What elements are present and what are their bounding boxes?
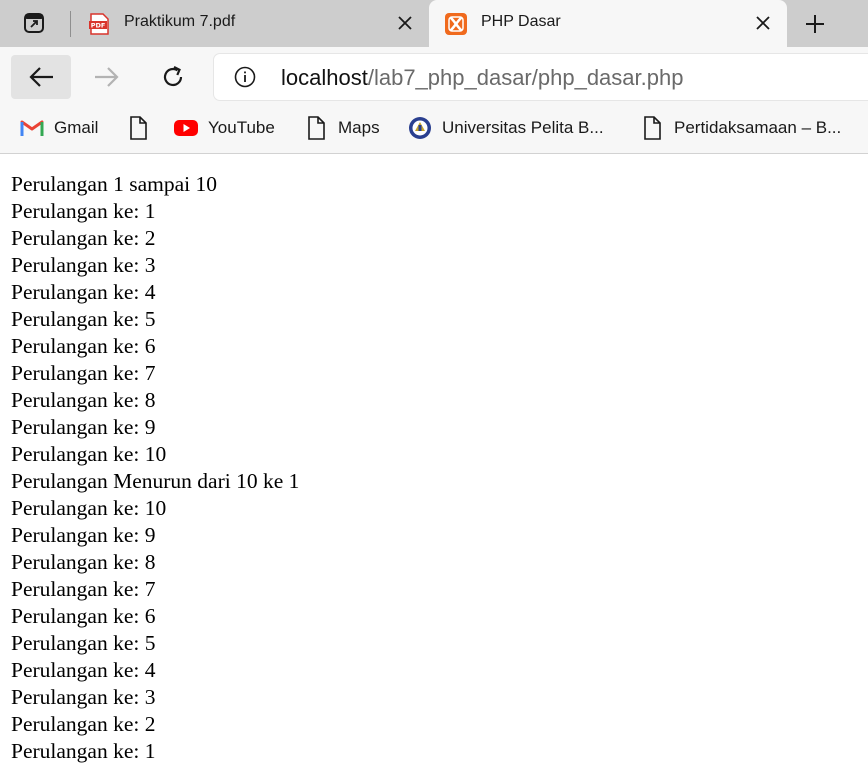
tab-title: Praktikum 7.pdf [124, 13, 236, 30]
output-line: Perulangan ke: 2 [11, 226, 156, 250]
back-button[interactable] [11, 55, 71, 99]
tab-separator [70, 11, 71, 37]
output-line: Perulangan ke: 9 [11, 523, 156, 547]
forward-button[interactable] [77, 55, 137, 99]
output-heading: Perulangan Menurun dari 10 ke 1 [11, 469, 300, 493]
svg-text:PDF: PDF [91, 22, 106, 30]
output-line: Perulangan ke: 8 [11, 388, 156, 412]
output-line: Perulangan ke: 3 [11, 685, 156, 709]
page-content: Perulangan 1 sampai 10 Perulangan ke: 1 … [11, 171, 861, 765]
tab-title: PHP Dasar [481, 13, 561, 30]
tab-praktikum-pdf[interactable]: PDF Praktikum 7.pdf [72, 0, 426, 47]
bookmark-maps[interactable]: Maps [304, 115, 380, 141]
document-icon [304, 116, 328, 140]
url-path: /lab7_php_dasar/php_dasar.php [367, 65, 684, 90]
output-line: Perulangan ke: 7 [11, 577, 156, 601]
bookmark-pertidaksamaan[interactable]: Pertidaksamaan – B... [640, 115, 841, 141]
output-line: Perulangan ke: 7 [11, 361, 156, 385]
bookmark-gmail[interactable]: Gmail [20, 115, 98, 141]
output-line: Perulangan ke: 9 [11, 415, 156, 439]
output-line: Perulangan ke: 6 [11, 334, 156, 358]
output-line: Perulangan ke: 4 [11, 280, 156, 304]
arrow-right-icon [95, 67, 119, 87]
output-line: Perulangan ke: 5 [11, 631, 156, 655]
youtube-icon [174, 116, 198, 140]
url-host: localhost [281, 65, 368, 90]
bookmark-label: Pertidaksamaan – B... [674, 118, 842, 137]
output-heading: Perulangan 1 sampai 10 [11, 172, 217, 196]
bookmark-label: Gmail [54, 118, 99, 137]
gmail-icon [20, 116, 44, 140]
output-line: Perulangan ke: 4 [11, 658, 156, 682]
tab-strip: PDF Praktikum 7.pdf PHP Dasar [0, 0, 868, 47]
address-bar[interactable]: localhost/lab7_php_dasar/php_dasar.php [214, 54, 868, 100]
bookmark-universitas-pelita[interactable]: Universitas Pelita B... [408, 115, 604, 141]
tab-php-dasar[interactable]: PHP Dasar [429, 0, 787, 47]
document-icon [640, 116, 664, 140]
output-line: Perulangan ke: 10 [11, 496, 167, 520]
reload-button[interactable] [143, 55, 203, 99]
output-line: Perulangan ke: 2 [11, 712, 156, 736]
toolbar: localhost/lab7_php_dasar/php_dasar.php [0, 47, 868, 105]
university-logo-icon [408, 116, 432, 140]
output-line: Perulangan ke: 10 [11, 442, 167, 466]
output-line: Perulangan ke: 5 [11, 307, 156, 331]
close-tab-icon[interactable] [393, 11, 417, 35]
new-tab-icon[interactable] [800, 9, 830, 39]
output-line: Perulangan ke: 8 [11, 550, 156, 574]
site-info-icon[interactable] [234, 66, 256, 88]
pdf-icon: PDF [88, 13, 110, 35]
bookmark-label: Universitas Pelita B... [442, 118, 604, 137]
bookmark-youtube[interactable]: YouTube [174, 115, 275, 141]
reload-icon [163, 66, 183, 87]
tab-actions-icon[interactable] [12, 8, 56, 38]
bookmark-document[interactable] [126, 115, 160, 141]
bookmark-label: YouTube [208, 118, 275, 137]
arrow-left-icon [29, 67, 53, 87]
output-line: Perulangan ke: 3 [11, 253, 156, 277]
document-icon [126, 116, 150, 140]
output-line: Perulangan ke: 1 [11, 199, 156, 223]
xampp-icon [445, 13, 467, 35]
bookmark-label: Maps [338, 118, 380, 137]
bookmarks-bar: Gmail YouTube Maps Universitas Pelita B.… [0, 105, 868, 154]
output-line: Perulangan ke: 6 [11, 604, 156, 628]
close-tab-icon[interactable] [751, 11, 775, 35]
url-text: localhost/lab7_php_dasar/php_dasar.php [281, 65, 683, 91]
